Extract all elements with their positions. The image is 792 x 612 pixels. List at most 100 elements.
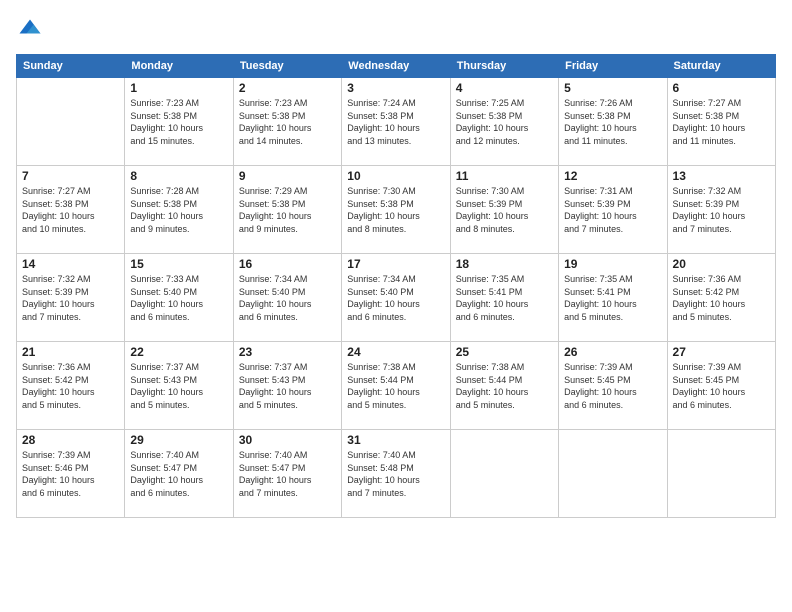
day-number: 25 xyxy=(456,345,553,359)
day-info: Sunrise: 7:27 AM Sunset: 5:38 PM Dayligh… xyxy=(673,97,770,147)
day-number: 1 xyxy=(130,81,227,95)
day-info: Sunrise: 7:39 AM Sunset: 5:45 PM Dayligh… xyxy=(673,361,770,411)
calendar-cell xyxy=(17,78,125,166)
calendar-cell: 24 Sunrise: 7:38 AM Sunset: 5:44 PM Dayli… xyxy=(342,342,450,430)
day-number: 30 xyxy=(239,433,336,447)
day-info: Sunrise: 7:40 AM Sunset: 5:48 PM Dayligh… xyxy=(347,449,444,499)
day-number: 13 xyxy=(673,169,770,183)
page-container: SundayMondayTuesdayWednesdayThursdayFrid… xyxy=(0,0,792,612)
day-number: 19 xyxy=(564,257,661,271)
calendar-cell: 6 Sunrise: 7:27 AM Sunset: 5:38 PM Daylig… xyxy=(667,78,775,166)
calendar-header-saturday: Saturday xyxy=(667,55,775,78)
calendar-cell: 30 Sunrise: 7:40 AM Sunset: 5:47 PM Dayli… xyxy=(233,430,341,518)
day-info: Sunrise: 7:39 AM Sunset: 5:46 PM Dayligh… xyxy=(22,449,119,499)
calendar-cell: 12Sunrise: 7:31 AM Sunset: 5:39 PM Dayli… xyxy=(559,166,667,254)
day-info: Sunrise: 7:28 AM Sunset: 5:38 PM Dayligh… xyxy=(130,185,227,235)
day-number: 9 xyxy=(239,169,336,183)
calendar-cell: 10 Sunrise: 7:30 AM Sunset: 5:38 PM Dayli… xyxy=(342,166,450,254)
calendar-cell: 31Sunrise: 7:40 AM Sunset: 5:48 PM Dayli… xyxy=(342,430,450,518)
day-number: 6 xyxy=(673,81,770,95)
calendar-cell: 15 Sunrise: 7:33 AM Sunset: 5:40 PM Dayli… xyxy=(125,254,233,342)
calendar-cell: 11Sunrise: 7:30 AM Sunset: 5:39 PM Dayli… xyxy=(450,166,558,254)
calendar-cell: 22Sunrise: 7:37 AM Sunset: 5:43 PM Dayli… xyxy=(125,342,233,430)
day-number: 3 xyxy=(347,81,444,95)
day-number: 12 xyxy=(564,169,661,183)
day-info: Sunrise: 7:24 AM Sunset: 5:38 PM Dayligh… xyxy=(347,97,444,147)
day-info: Sunrise: 7:30 AM Sunset: 5:38 PM Dayligh… xyxy=(347,185,444,235)
calendar-header-thursday: Thursday xyxy=(450,55,558,78)
day-info: Sunrise: 7:38 AM Sunset: 5:44 PM Dayligh… xyxy=(347,361,444,411)
week-row-3: 21Sunrise: 7:36 AM Sunset: 5:42 PM Dayli… xyxy=(17,342,776,430)
day-number: 5 xyxy=(564,81,661,95)
day-number: 4 xyxy=(456,81,553,95)
calendar-cell: 8 Sunrise: 7:28 AM Sunset: 5:38 PM Daylig… xyxy=(125,166,233,254)
day-number: 17 xyxy=(347,257,444,271)
day-info: Sunrise: 7:23 AM Sunset: 5:38 PM Dayligh… xyxy=(239,97,336,147)
calendar-cell: 20Sunrise: 7:36 AM Sunset: 5:42 PM Dayli… xyxy=(667,254,775,342)
day-info: Sunrise: 7:35 AM Sunset: 5:41 PM Dayligh… xyxy=(456,273,553,323)
day-info: Sunrise: 7:27 AM Sunset: 5:38 PM Dayligh… xyxy=(22,185,119,235)
day-info: Sunrise: 7:26 AM Sunset: 5:38 PM Dayligh… xyxy=(564,97,661,147)
calendar-cell: 7Sunrise: 7:27 AM Sunset: 5:38 PM Daylig… xyxy=(17,166,125,254)
day-info: Sunrise: 7:40 AM Sunset: 5:47 PM Dayligh… xyxy=(130,449,227,499)
day-info: Sunrise: 7:39 AM Sunset: 5:45 PM Dayligh… xyxy=(564,361,661,411)
calendar-cell: 21Sunrise: 7:36 AM Sunset: 5:42 PM Dayli… xyxy=(17,342,125,430)
calendar-header-wednesday: Wednesday xyxy=(342,55,450,78)
day-info: Sunrise: 7:32 AM Sunset: 5:39 PM Dayligh… xyxy=(22,273,119,323)
day-number: 29 xyxy=(130,433,227,447)
calendar-cell xyxy=(667,430,775,518)
calendar-cell: 5 Sunrise: 7:26 AM Sunset: 5:38 PM Daylig… xyxy=(559,78,667,166)
day-number: 18 xyxy=(456,257,553,271)
day-number: 2 xyxy=(239,81,336,95)
calendar-header-tuesday: Tuesday xyxy=(233,55,341,78)
day-info: Sunrise: 7:29 AM Sunset: 5:38 PM Dayligh… xyxy=(239,185,336,235)
calendar-header-row: SundayMondayTuesdayWednesdayThursdayFrid… xyxy=(17,55,776,78)
calendar-cell xyxy=(450,430,558,518)
day-number: 24 xyxy=(347,345,444,359)
day-info: Sunrise: 7:38 AM Sunset: 5:44 PM Dayligh… xyxy=(456,361,553,411)
day-info: Sunrise: 7:36 AM Sunset: 5:42 PM Dayligh… xyxy=(673,273,770,323)
day-info: Sunrise: 7:30 AM Sunset: 5:39 PM Dayligh… xyxy=(456,185,553,235)
day-number: 10 xyxy=(347,169,444,183)
calendar-cell: 23Sunrise: 7:37 AM Sunset: 5:43 PM Dayli… xyxy=(233,342,341,430)
day-info: Sunrise: 7:25 AM Sunset: 5:38 PM Dayligh… xyxy=(456,97,553,147)
day-info: Sunrise: 7:40 AM Sunset: 5:47 PM Dayligh… xyxy=(239,449,336,499)
calendar-cell xyxy=(559,430,667,518)
day-number: 28 xyxy=(22,433,119,447)
week-row-2: 14 Sunrise: 7:32 AM Sunset: 5:39 PM Dayli… xyxy=(17,254,776,342)
day-number: 15 xyxy=(130,257,227,271)
day-number: 22 xyxy=(130,345,227,359)
day-info: Sunrise: 7:23 AM Sunset: 5:38 PM Dayligh… xyxy=(130,97,227,147)
week-row-4: 28 Sunrise: 7:39 AM Sunset: 5:46 PM Dayli… xyxy=(17,430,776,518)
day-number: 8 xyxy=(130,169,227,183)
week-row-1: 7Sunrise: 7:27 AM Sunset: 5:38 PM Daylig… xyxy=(17,166,776,254)
logo xyxy=(16,16,48,44)
calendar-cell: 25 Sunrise: 7:38 AM Sunset: 5:44 PM Dayli… xyxy=(450,342,558,430)
calendar-cell: 26Sunrise: 7:39 AM Sunset: 5:45 PM Dayli… xyxy=(559,342,667,430)
header xyxy=(16,16,776,44)
calendar-cell: 3 Sunrise: 7:24 AM Sunset: 5:38 PM Daylig… xyxy=(342,78,450,166)
day-info: Sunrise: 7:33 AM Sunset: 5:40 PM Dayligh… xyxy=(130,273,227,323)
calendar-cell: 29 Sunrise: 7:40 AM Sunset: 5:47 PM Dayli… xyxy=(125,430,233,518)
calendar-cell: 4 Sunrise: 7:25 AM Sunset: 5:38 PM Daylig… xyxy=(450,78,558,166)
calendar-cell: 27 Sunrise: 7:39 AM Sunset: 5:45 PM Dayli… xyxy=(667,342,775,430)
calendar-cell: 18 Sunrise: 7:35 AM Sunset: 5:41 PM Dayli… xyxy=(450,254,558,342)
logo-icon xyxy=(16,16,44,44)
day-info: Sunrise: 7:32 AM Sunset: 5:39 PM Dayligh… xyxy=(673,185,770,235)
day-info: Sunrise: 7:34 AM Sunset: 5:40 PM Dayligh… xyxy=(239,273,336,323)
day-number: 23 xyxy=(239,345,336,359)
week-row-0: 1 Sunrise: 7:23 AM Sunset: 5:38 PM Daylig… xyxy=(17,78,776,166)
calendar-header-monday: Monday xyxy=(125,55,233,78)
calendar-cell: 9 Sunrise: 7:29 AM Sunset: 5:38 PM Daylig… xyxy=(233,166,341,254)
calendar-header-sunday: Sunday xyxy=(17,55,125,78)
calendar-cell: 19Sunrise: 7:35 AM Sunset: 5:41 PM Dayli… xyxy=(559,254,667,342)
calendar-cell: 28 Sunrise: 7:39 AM Sunset: 5:46 PM Dayli… xyxy=(17,430,125,518)
calendar: SundayMondayTuesdayWednesdayThursdayFrid… xyxy=(16,54,776,518)
day-number: 16 xyxy=(239,257,336,271)
day-number: 21 xyxy=(22,345,119,359)
day-number: 14 xyxy=(22,257,119,271)
calendar-cell: 16 Sunrise: 7:34 AM Sunset: 5:40 PM Dayli… xyxy=(233,254,341,342)
day-number: 27 xyxy=(673,345,770,359)
calendar-cell: 17Sunrise: 7:34 AM Sunset: 5:40 PM Dayli… xyxy=(342,254,450,342)
calendar-header-friday: Friday xyxy=(559,55,667,78)
